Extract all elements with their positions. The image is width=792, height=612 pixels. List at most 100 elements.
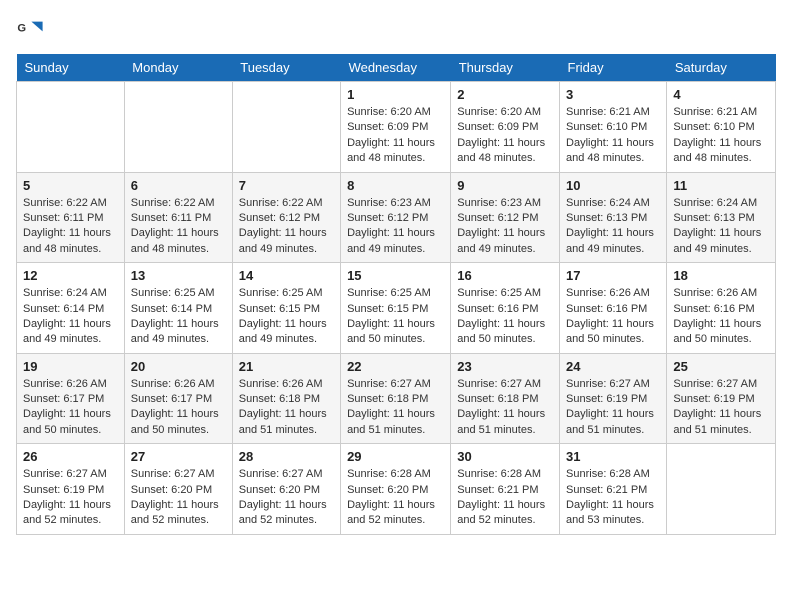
day-number: 4 xyxy=(673,87,769,102)
day-number: 28 xyxy=(239,449,334,464)
day-number: 26 xyxy=(23,449,118,464)
calendar-cell: 31 Sunrise: 6:28 AMSunset: 6:21 PMDayligh… xyxy=(560,444,667,535)
day-info: Sunrise: 6:27 AMSunset: 6:18 PMDaylight:… xyxy=(347,377,444,439)
calendar-cell: 15 Sunrise: 6:25 AMSunset: 6:15 PMDayligh… xyxy=(341,263,451,354)
calendar-cell: 11 Sunrise: 6:24 AMSunset: 6:13 PMDayligh… xyxy=(667,172,776,263)
calendar-cell: 9 Sunrise: 6:23 AMSunset: 6:12 PMDaylight… xyxy=(451,172,560,263)
calendar-cell: 6Sunrise: 6:22 AMSunset: 6:11 PMDaylight… xyxy=(124,172,232,263)
day-of-week-header: Friday xyxy=(560,54,667,82)
day-info: Sunrise: 6:27 AMSunset: 6:19 PMDaylight:… xyxy=(23,467,118,529)
calendar-week-row: 5 Sunrise: 6:22 AMSunset: 6:11 PMDaylight… xyxy=(17,172,776,263)
page-header: G xyxy=(16,16,776,44)
day-number: 18 xyxy=(673,268,769,283)
calendar-week-row: 1Sunrise: 6:20 AMSunset: 6:09 PMDaylight… xyxy=(17,82,776,173)
calendar-cell xyxy=(232,82,340,173)
calendar-cell: 27 Sunrise: 6:27 AMSunset: 6:20 PMDayligh… xyxy=(124,444,232,535)
calendar-cell: 13 Sunrise: 6:25 AMSunset: 6:14 PMDayligh… xyxy=(124,263,232,354)
day-number: 30 xyxy=(457,449,553,464)
day-info: Sunrise: 6:22 AMSunset: 6:11 PMDaylight:… xyxy=(131,196,226,258)
day-of-week-header: Thursday xyxy=(451,54,560,82)
day-number: 23 xyxy=(457,359,553,374)
day-number: 7 xyxy=(239,178,334,193)
day-info: Sunrise: 6:26 AMSunset: 6:17 PMDaylight:… xyxy=(23,377,118,439)
day-number: 29 xyxy=(347,449,444,464)
day-info: Sunrise: 6:21 AMSunset: 6:10 PMDaylight:… xyxy=(566,105,660,167)
day-info: Sunrise: 6:27 AMSunset: 6:19 PMDaylight:… xyxy=(673,377,769,439)
calendar-cell: 21 Sunrise: 6:26 AMSunset: 6:18 PMDayligh… xyxy=(232,353,340,444)
day-number: 3 xyxy=(566,87,660,102)
calendar-cell: 18 Sunrise: 6:26 AMSunset: 6:16 PMDayligh… xyxy=(667,263,776,354)
calendar-header-row: SundayMondayTuesdayWednesdayThursdayFrid… xyxy=(17,54,776,82)
calendar-cell: 17 Sunrise: 6:26 AMSunset: 6:16 PMDayligh… xyxy=(560,263,667,354)
calendar-cell: 5 Sunrise: 6:22 AMSunset: 6:11 PMDaylight… xyxy=(17,172,125,263)
day-info: Sunrise: 6:24 AMSunset: 6:13 PMDaylight:… xyxy=(673,196,769,258)
calendar-cell: 26 Sunrise: 6:27 AMSunset: 6:19 PMDayligh… xyxy=(17,444,125,535)
calendar-cell: 1Sunrise: 6:20 AMSunset: 6:09 PMDaylight… xyxy=(341,82,451,173)
day-number: 2 xyxy=(457,87,553,102)
calendar-cell: 28Sunrise: 6:27 AMSunset: 6:20 PMDayligh… xyxy=(232,444,340,535)
calendar-cell: 3 Sunrise: 6:21 AMSunset: 6:10 PMDaylight… xyxy=(560,82,667,173)
calendar-cell xyxy=(17,82,125,173)
day-number: 20 xyxy=(131,359,226,374)
calendar-cell: 29 Sunrise: 6:28 AMSunset: 6:20 PMDayligh… xyxy=(341,444,451,535)
day-info: Sunrise: 6:27 AMSunset: 6:18 PMDaylight:… xyxy=(457,377,553,439)
day-info: Sunrise: 6:26 AMSunset: 6:18 PMDaylight:… xyxy=(239,377,334,439)
day-number: 15 xyxy=(347,268,444,283)
day-of-week-header: Sunday xyxy=(17,54,125,82)
day-number: 31 xyxy=(566,449,660,464)
calendar-table: SundayMondayTuesdayWednesdayThursdayFrid… xyxy=(16,54,776,535)
calendar-cell xyxy=(667,444,776,535)
day-info: Sunrise: 6:28 AMSunset: 6:20 PMDaylight:… xyxy=(347,467,444,529)
day-info: Sunrise: 6:27 AMSunset: 6:20 PMDaylight:… xyxy=(131,467,226,529)
day-number: 22 xyxy=(347,359,444,374)
calendar-cell: 12 Sunrise: 6:24 AMSunset: 6:14 PMDayligh… xyxy=(17,263,125,354)
day-number: 24 xyxy=(566,359,660,374)
day-info: Sunrise: 6:22 AMSunset: 6:11 PMDaylight:… xyxy=(23,196,118,258)
day-info: Sunrise: 6:24 AMSunset: 6:14 PMDaylight:… xyxy=(23,286,118,348)
day-number: 10 xyxy=(566,178,660,193)
day-info: Sunrise: 6:26 AMSunset: 6:16 PMDaylight:… xyxy=(566,286,660,348)
day-number: 25 xyxy=(673,359,769,374)
day-number: 9 xyxy=(457,178,553,193)
logo-icon: G xyxy=(16,16,44,44)
day-info: Sunrise: 6:25 AMSunset: 6:14 PMDaylight:… xyxy=(131,286,226,348)
calendar-cell: 14 Sunrise: 6:25 AMSunset: 6:15 PMDayligh… xyxy=(232,263,340,354)
day-number: 12 xyxy=(23,268,118,283)
day-number: 8 xyxy=(347,178,444,193)
day-number: 5 xyxy=(23,178,118,193)
calendar-cell xyxy=(124,82,232,173)
day-info: Sunrise: 6:21 AMSunset: 6:10 PMDaylight:… xyxy=(673,105,769,167)
day-info: Sunrise: 6:27 AMSunset: 6:19 PMDaylight:… xyxy=(566,377,660,439)
calendar-cell: 4 Sunrise: 6:21 AMSunset: 6:10 PMDaylight… xyxy=(667,82,776,173)
day-number: 21 xyxy=(239,359,334,374)
calendar-week-row: 26 Sunrise: 6:27 AMSunset: 6:19 PMDayligh… xyxy=(17,444,776,535)
day-number: 11 xyxy=(673,178,769,193)
calendar-cell: 25 Sunrise: 6:27 AMSunset: 6:19 PMDayligh… xyxy=(667,353,776,444)
calendar-cell: 7 Sunrise: 6:22 AMSunset: 6:12 PMDaylight… xyxy=(232,172,340,263)
logo: G xyxy=(16,16,48,44)
day-number: 19 xyxy=(23,359,118,374)
day-info: Sunrise: 6:25 AMSunset: 6:15 PMDaylight:… xyxy=(347,286,444,348)
day-info: Sunrise: 6:25 AMSunset: 6:15 PMDaylight:… xyxy=(239,286,334,348)
day-number: 13 xyxy=(131,268,226,283)
day-info: Sunrise: 6:23 AMSunset: 6:12 PMDaylight:… xyxy=(457,196,553,258)
day-number: 16 xyxy=(457,268,553,283)
day-info: Sunrise: 6:25 AMSunset: 6:16 PMDaylight:… xyxy=(457,286,553,348)
calendar-cell: 10 Sunrise: 6:24 AMSunset: 6:13 PMDayligh… xyxy=(560,172,667,263)
calendar-cell: 20Sunrise: 6:26 AMSunset: 6:17 PMDayligh… xyxy=(124,353,232,444)
day-info: Sunrise: 6:20 AMSunset: 6:09 PMDaylight:… xyxy=(457,105,553,167)
day-info: Sunrise: 6:23 AMSunset: 6:12 PMDaylight:… xyxy=(347,196,444,258)
day-number: 27 xyxy=(131,449,226,464)
calendar-cell: 22 Sunrise: 6:27 AMSunset: 6:18 PMDayligh… xyxy=(341,353,451,444)
day-number: 14 xyxy=(239,268,334,283)
day-info: Sunrise: 6:24 AMSunset: 6:13 PMDaylight:… xyxy=(566,196,660,258)
day-info: Sunrise: 6:22 AMSunset: 6:12 PMDaylight:… xyxy=(239,196,334,258)
calendar-cell: 8 Sunrise: 6:23 AMSunset: 6:12 PMDaylight… xyxy=(341,172,451,263)
calendar-cell: 24 Sunrise: 6:27 AMSunset: 6:19 PMDayligh… xyxy=(560,353,667,444)
day-info: Sunrise: 6:28 AMSunset: 6:21 PMDaylight:… xyxy=(566,467,660,529)
calendar-week-row: 19 Sunrise: 6:26 AMSunset: 6:17 PMDayligh… xyxy=(17,353,776,444)
day-info: Sunrise: 6:26 AMSunset: 6:16 PMDaylight:… xyxy=(673,286,769,348)
day-number: 17 xyxy=(566,268,660,283)
svg-text:G: G xyxy=(17,22,26,34)
day-of-week-header: Saturday xyxy=(667,54,776,82)
